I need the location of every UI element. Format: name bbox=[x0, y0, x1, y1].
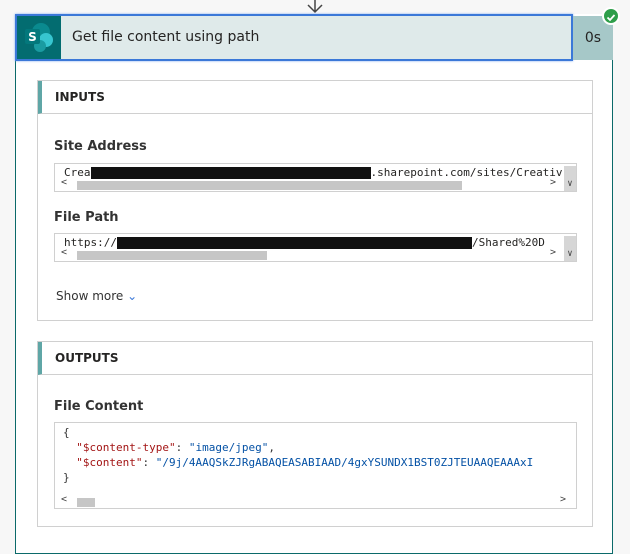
redacted-block bbox=[90, 167, 371, 179]
site-address-label: Site Address bbox=[54, 139, 147, 154]
svg-text:S: S bbox=[28, 30, 37, 44]
file-content-label: File Content bbox=[54, 399, 144, 414]
file-path-prefix: https:// bbox=[64, 236, 117, 249]
outputs-section: OUTPUTS File Content { "$content-type": … bbox=[37, 341, 593, 527]
chevron-down-icon: ⌄ bbox=[127, 289, 138, 303]
action-header[interactable]: S Get file content using path bbox=[15, 14, 573, 61]
show-more-label: Show more bbox=[56, 289, 124, 303]
site-address-prefix: Crea bbox=[64, 166, 91, 179]
file-content-field[interactable]: { "$content-type": "image/jpeg", "$conte… bbox=[54, 422, 577, 509]
file-path-label: File Path bbox=[54, 210, 119, 225]
success-check-icon bbox=[602, 7, 620, 25]
horizontal-scrollbar[interactable]: < > ∨ bbox=[55, 166, 576, 191]
horizontal-scrollbar[interactable]: < > ∨ bbox=[55, 236, 576, 261]
inputs-header: INPUTS bbox=[38, 81, 592, 114]
file-path-field[interactable]: https:// /Shared%20D < > ∨ bbox=[54, 233, 577, 262]
redacted-block bbox=[116, 237, 472, 249]
chevron-down-icon: ∨ bbox=[564, 166, 576, 191]
site-address-field[interactable]: Crea .sharepoint.com/sites/Creativ < > ∨ bbox=[54, 163, 577, 192]
arrow-down-icon bbox=[307, 0, 323, 14]
action-title: Get file content using path bbox=[72, 29, 260, 45]
outputs-header: OUTPUTS bbox=[38, 342, 592, 375]
file-path-suffix: /Shared%20D bbox=[471, 236, 545, 249]
horizontal-scrollbar[interactable]: < > bbox=[55, 494, 576, 508]
show-more-button[interactable]: Show more ⌄ bbox=[56, 289, 137, 303]
inputs-section: INPUTS Site Address Crea .sharepoint.com/… bbox=[37, 80, 593, 321]
sharepoint-icon: S bbox=[17, 16, 61, 59]
chevron-down-icon: ∨ bbox=[564, 236, 576, 261]
site-address-suffix: .sharepoint.com/sites/Creativ bbox=[370, 166, 563, 179]
